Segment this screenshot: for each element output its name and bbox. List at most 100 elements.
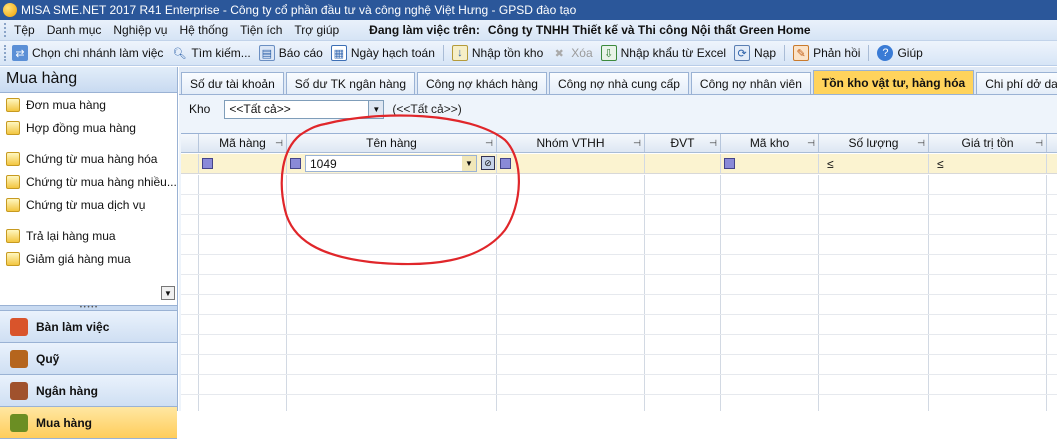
table-cell[interactable]: [287, 395, 497, 411]
table-cell[interactable]: [199, 175, 287, 194]
table-cell[interactable]: [645, 355, 721, 374]
sidebar-item-multi-voucher[interactable]: Chứng từ mua hàng nhiều...: [0, 170, 177, 193]
stock-value-operator[interactable]: ≤: [937, 157, 944, 171]
table-cell[interactable]: [645, 395, 721, 411]
table-cell[interactable]: [645, 295, 721, 314]
filter-cell-item-group[interactable]: [497, 154, 645, 173]
table-cell[interactable]: [721, 235, 819, 254]
table-cell[interactable]: [819, 235, 929, 254]
filter-cell-item-code[interactable]: [199, 154, 287, 173]
table-cell[interactable]: [199, 395, 287, 411]
table-cell[interactable]: [287, 275, 497, 294]
table-row[interactable]: [181, 175, 1057, 195]
tab-customer-debt[interactable]: Công nợ khách hàng: [417, 72, 547, 94]
table-cell[interactable]: [645, 255, 721, 274]
table-row[interactable]: [181, 235, 1057, 255]
table-cell[interactable]: [287, 235, 497, 254]
menu-utilities[interactable]: Tiện ích: [240, 23, 282, 37]
refresh-button[interactable]: ⟳ Nạp: [734, 45, 776, 61]
table-cell[interactable]: [181, 395, 199, 411]
table-cell[interactable]: [645, 275, 721, 294]
table-cell[interactable]: [199, 255, 287, 274]
table-cell[interactable]: [721, 395, 819, 411]
quantity-operator[interactable]: ≤: [827, 157, 834, 171]
col-header-unit[interactable]: ĐVT ⊣: [645, 134, 721, 152]
table-cell[interactable]: [819, 335, 929, 354]
table-cell[interactable]: [181, 275, 199, 294]
table-cell[interactable]: [287, 315, 497, 334]
table-cell[interactable]: [721, 275, 819, 294]
table-cell[interactable]: [929, 395, 1047, 411]
nav-desktop[interactable]: Bàn làm việc: [0, 311, 177, 343]
chevron-down-icon[interactable]: ▼: [462, 156, 476, 171]
nav-purchase[interactable]: Mua hàng: [0, 407, 177, 439]
table-cell[interactable]: [721, 375, 819, 394]
table-cell[interactable]: [287, 375, 497, 394]
pin-icon[interactable]: ⊣: [1035, 138, 1043, 149]
table-row[interactable]: [181, 315, 1057, 335]
table-cell[interactable]: [181, 335, 199, 354]
table-cell[interactable]: [929, 235, 1047, 254]
table-cell[interactable]: [199, 295, 287, 314]
menu-catalog[interactable]: Danh mục: [47, 23, 102, 37]
filter-cell-stock-value[interactable]: ≤: [929, 154, 1047, 173]
table-cell[interactable]: [819, 315, 929, 334]
table-cell[interactable]: [287, 215, 497, 234]
table-cell[interactable]: [929, 315, 1047, 334]
col-header-item-code[interactable]: Mã hàng ⊣: [199, 134, 287, 152]
table-cell[interactable]: [929, 335, 1047, 354]
table-cell[interactable]: [199, 335, 287, 354]
table-cell[interactable]: [199, 355, 287, 374]
pin-icon[interactable]: ⊣: [709, 138, 717, 149]
sidebar-scroll-down-button[interactable]: ▼: [161, 286, 175, 300]
pin-icon[interactable]: ⊣: [633, 138, 641, 149]
table-cell[interactable]: [287, 355, 497, 374]
table-cell[interactable]: [929, 295, 1047, 314]
table-cell[interactable]: [199, 375, 287, 394]
table-cell[interactable]: [497, 235, 645, 254]
table-cell[interactable]: [199, 275, 287, 294]
table-cell[interactable]: [721, 315, 819, 334]
table-cell[interactable]: [645, 195, 721, 214]
table-cell[interactable]: [199, 215, 287, 234]
filter-cell-warehouse-code[interactable]: [721, 154, 819, 173]
table-cell[interactable]: [819, 275, 929, 294]
table-cell[interactable]: [819, 355, 929, 374]
col-header-item-name[interactable]: Tên hàng ⊣: [287, 134, 497, 152]
tab-inventory[interactable]: Tồn kho vật tư, hàng hóa: [812, 70, 975, 94]
menu-grip[interactable]: [4, 23, 8, 37]
col-header-item-group[interactable]: Nhóm VTHH ⊣: [497, 134, 645, 152]
pin-icon[interactable]: ⊣: [485, 138, 493, 149]
table-cell[interactable]: [721, 295, 819, 314]
tab-supplier-debt[interactable]: Công nợ nhà cung cấp: [548, 72, 689, 94]
table-row[interactable]: [181, 375, 1057, 395]
pin-icon[interactable]: ⊣: [917, 138, 925, 149]
table-row[interactable]: [181, 275, 1057, 295]
table-cell[interactable]: [645, 315, 721, 334]
col-header-quantity[interactable]: Số lượng ⊣: [819, 134, 929, 152]
table-cell[interactable]: [929, 275, 1047, 294]
table-cell[interactable]: [645, 175, 721, 194]
table-row[interactable]: [181, 335, 1057, 355]
import-excel-button[interactable]: ⇩ Nhập khẩu từ Excel: [600, 45, 726, 61]
delete-button[interactable]: ✖ Xóa: [551, 45, 593, 61]
table-cell[interactable]: [287, 335, 497, 354]
table-cell[interactable]: [819, 215, 929, 234]
table-cell[interactable]: [181, 355, 199, 374]
table-cell[interactable]: [645, 235, 721, 254]
table-row[interactable]: [181, 295, 1057, 315]
pin-icon[interactable]: ⊣: [807, 138, 815, 149]
table-cell[interactable]: [497, 175, 645, 194]
table-row[interactable]: [181, 195, 1057, 215]
help-button[interactable]: ? Giúp: [877, 45, 923, 61]
col-header-stock-value[interactable]: Giá trị tồn ⊣: [929, 134, 1047, 152]
posting-date-button[interactable]: ▦ Ngày hạch toán: [330, 45, 435, 61]
table-cell[interactable]: [181, 295, 199, 314]
table-cell[interactable]: [645, 335, 721, 354]
filter-condition-icon[interactable]: [290, 158, 301, 169]
table-cell[interactable]: [819, 175, 929, 194]
item-name-filter-input[interactable]: 1049 ▼: [305, 155, 477, 172]
sidebar-item-purchase-order[interactable]: Đơn mua hàng: [0, 93, 177, 116]
sidebar-item-purchase-discount[interactable]: Giảm giá hàng mua: [0, 247, 177, 270]
filter-condition-icon[interactable]: [500, 158, 511, 169]
